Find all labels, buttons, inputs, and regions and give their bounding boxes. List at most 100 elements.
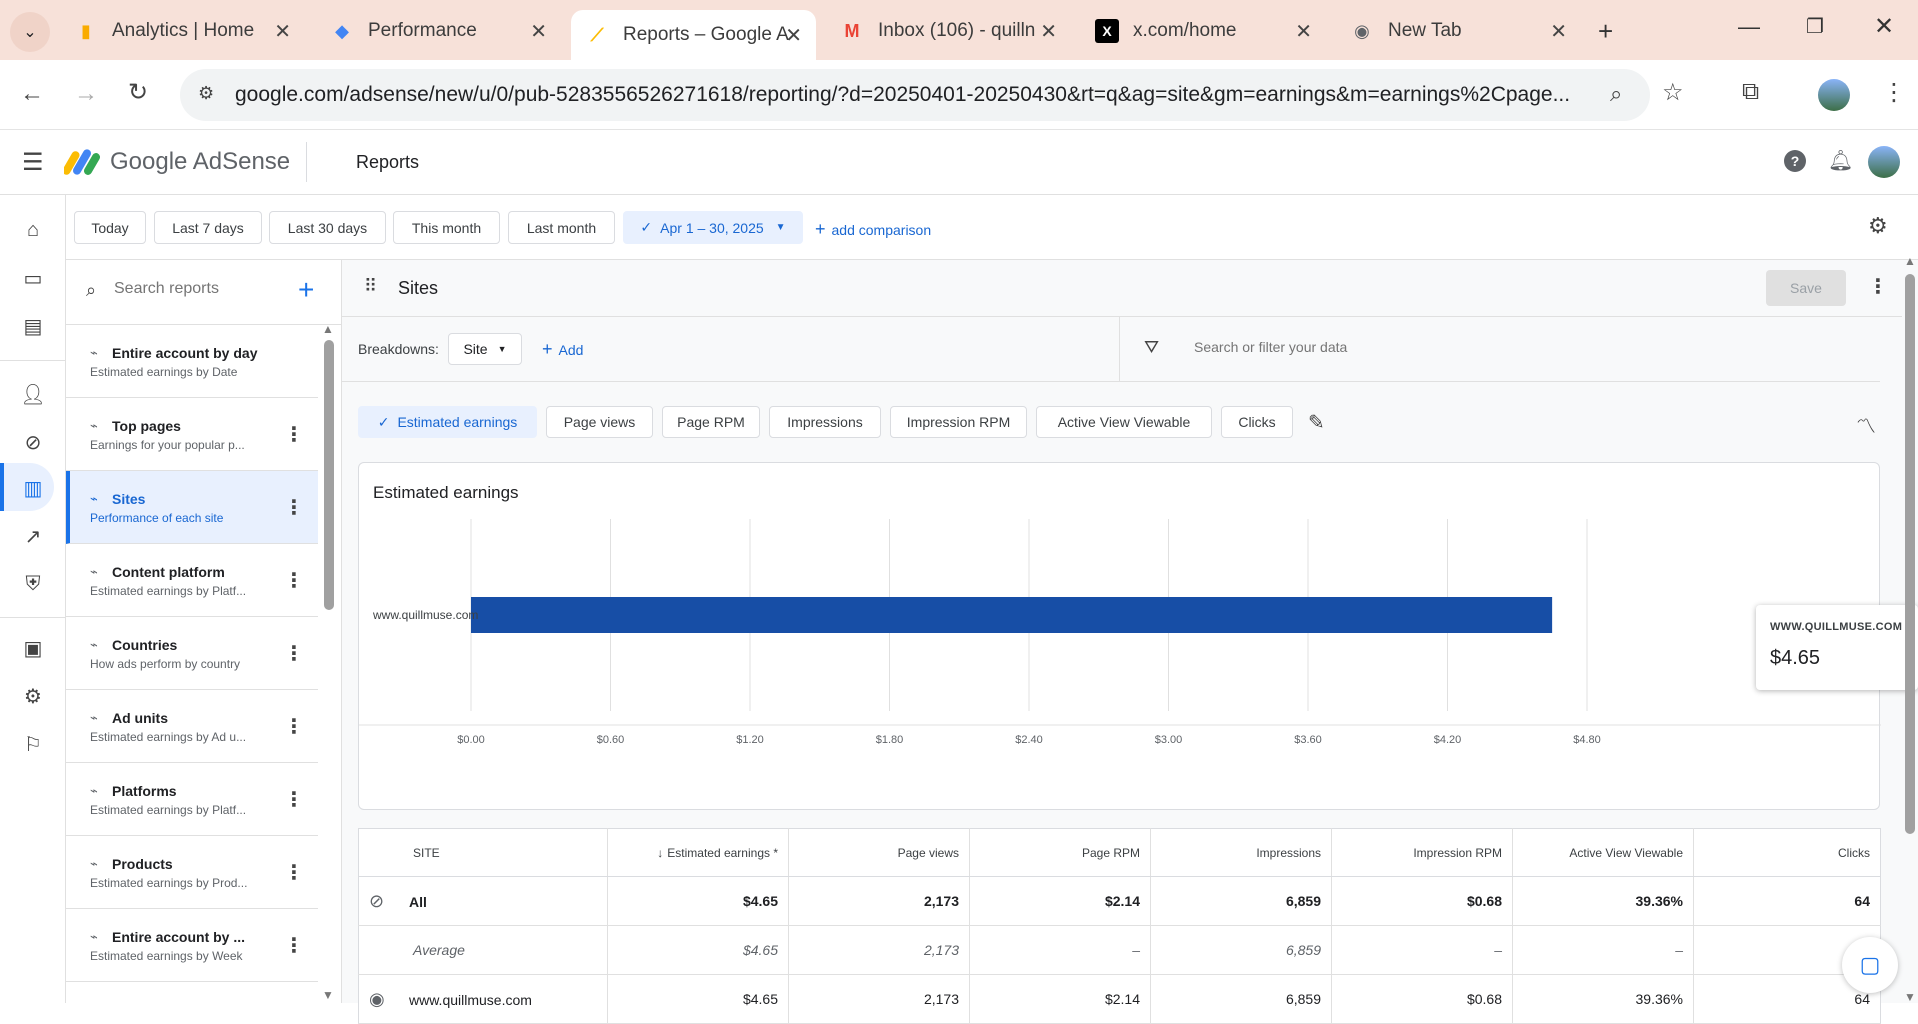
column-header-page-views[interactable]: Page views: [788, 828, 970, 877]
more-options-icon[interactable]: ⋮: [284, 714, 304, 739]
privacy-messaging-icon[interactable]: 👤︎: [20, 381, 46, 407]
column-header-impression-rpm[interactable]: Impression RPM: [1331, 828, 1513, 877]
feedback-chat-button[interactable]: ▢: [1842, 937, 1898, 993]
report-item-ad-units[interactable]: ⌁ Ad units Estimated earnings by Ad u...…: [66, 690, 318, 763]
scroll-down-arrow-icon[interactable]: ▼: [322, 988, 334, 1002]
report-item-countries[interactable]: ⌁ Countries How ads perform by country ⋮: [66, 617, 318, 690]
date-range-selector[interactable]: ✓ Apr 1 – 30, 2025 ▼: [623, 211, 803, 244]
column-header-site[interactable]: SITE: [358, 828, 608, 877]
reports-icon[interactable]: ▥: [20, 475, 46, 501]
report-item-top-pages[interactable]: ⌁ Top pages Earnings for your popular p.…: [66, 398, 318, 471]
chart-bar[interactable]: [471, 597, 1553, 633]
column-header-clicks[interactable]: Clicks: [1693, 828, 1881, 877]
more-options-icon[interactable]: ⋮: [284, 641, 304, 666]
extensions-icon[interactable]: ⧉: [1742, 78, 1759, 106]
column-header-estimated-earnings[interactable]: ↓ Estimated earnings *: [607, 828, 789, 877]
metric-chip-impressions[interactable]: Impressions: [769, 406, 881, 438]
new-tab-button[interactable]: +: [1598, 16, 1613, 47]
scrollbar-thumb[interactable]: [1905, 274, 1915, 834]
policy-center-icon[interactable]: ⛨: [20, 571, 46, 597]
browser-menu-icon[interactable]: ⋮: [1882, 78, 1906, 107]
feedback-icon[interactable]: ⚐: [20, 731, 46, 757]
add-report-plus-icon[interactable]: +: [298, 274, 314, 306]
chart-type-toggle-icon[interactable]: 〽: [1856, 410, 1876, 439]
metric-chip-impression-rpm[interactable]: Impression RPM: [890, 406, 1027, 438]
report-item-products[interactable]: ⌁ Products Estimated earnings by Prod...…: [66, 836, 318, 909]
close-icon[interactable]: ✕: [1040, 19, 1057, 44]
reports-scrollbar[interactable]: ▲ ▼: [322, 322, 336, 1003]
tab-search-button[interactable]: ⌄: [10, 12, 50, 52]
payments-icon[interactable]: ▣: [20, 635, 46, 661]
save-button[interactable]: Save: [1766, 270, 1846, 306]
forward-icon[interactable]: →: [74, 80, 98, 108]
more-options-icon[interactable]: ⋮: [284, 422, 304, 447]
add-comparison-link[interactable]: + add comparison: [815, 219, 931, 240]
scrollbar-thumb[interactable]: [324, 340, 334, 610]
breakdown-site-dropdown[interactable]: Site ▼: [448, 333, 522, 365]
close-icon[interactable]: ✕: [785, 23, 802, 48]
report-item-entire-account-by-day[interactable]: ⌁ Entire account by day Estimated earnin…: [66, 325, 318, 398]
visibility-off-icon[interactable]: ⊘: [369, 891, 409, 912]
visibility-icon[interactable]: ◉: [369, 989, 409, 1010]
column-header-active-view-viewable[interactable]: Active View Viewable: [1512, 828, 1694, 877]
back-icon[interactable]: ←: [20, 80, 44, 108]
close-icon[interactable]: ✕: [530, 19, 547, 44]
metric-chip-estimated-earnings[interactable]: ✓ Estimated earnings: [358, 406, 537, 438]
table-row-total[interactable]: ⊘ All $4.65 2,173 $2.14 6,859 $0.68 39.36…: [358, 876, 1881, 926]
more-options-icon[interactable]: ⋮: [1868, 274, 1888, 299]
report-item-sites[interactable]: ⌁ Sites Performance of each site ⋮: [66, 471, 318, 544]
reload-icon[interactable]: ↻: [128, 78, 148, 107]
more-options-icon[interactable]: ⋮: [284, 787, 304, 812]
home-icon[interactable]: ⌂: [20, 217, 46, 243]
restore-button[interactable]: ❐: [1806, 14, 1824, 39]
search-reports-box[interactable]: ⌕ +: [66, 260, 342, 325]
metric-chip-active-view-viewable[interactable]: Active View Viewable: [1036, 406, 1212, 438]
edit-metrics-pencil-icon[interactable]: ✎: [1308, 410, 1325, 435]
tab-analytics[interactable]: ▮ Analytics | Home ✕: [60, 10, 305, 52]
apps-grid-icon[interactable]: ⠿: [364, 276, 377, 297]
close-icon[interactable]: ✕: [1550, 19, 1567, 44]
tab-performance[interactable]: ◆ Performance ✕: [316, 10, 561, 52]
date-preset-last-30-days[interactable]: Last 30 days: [269, 211, 386, 244]
date-preset-today[interactable]: Today: [74, 211, 146, 244]
settings-icon[interactable]: ⚙: [20, 683, 46, 709]
help-icon[interactable]: ?: [1784, 150, 1806, 172]
close-window-button[interactable]: ✕: [1874, 12, 1894, 41]
tab-new-tab[interactable]: ◉ New Tab ✕: [1336, 10, 1581, 52]
blocking-controls-icon[interactable]: ⊘: [20, 429, 46, 455]
metric-chip-page-views[interactable]: Page views: [546, 406, 653, 438]
column-header-page-rpm[interactable]: Page RPM: [969, 828, 1151, 877]
url-text[interactable]: google.com/adsense/new/u/0/pub-528355652…: [235, 83, 1595, 107]
filter-data-input[interactable]: [1194, 339, 1694, 355]
zoom-icon[interactable]: ⌕: [1610, 81, 1622, 107]
notifications-bell-icon[interactable]: 🔔︎: [1828, 148, 1853, 173]
account-avatar[interactable]: [1868, 146, 1900, 178]
scroll-down-arrow-icon[interactable]: ▼: [1904, 990, 1916, 1004]
site-info-icon[interactable]: ⚙: [198, 83, 214, 104]
close-icon[interactable]: ✕: [1295, 19, 1312, 44]
scroll-up-arrow-icon[interactable]: ▲: [322, 322, 334, 336]
main-scrollbar[interactable]: ▲ ▼: [1902, 254, 1918, 1004]
report-item-entire-account-by-week[interactable]: ⌁ Entire account by ... Estimated earnin…: [66, 909, 318, 982]
profile-avatar[interactable]: [1818, 79, 1850, 111]
report-item-platforms[interactable]: ⌁ Platforms Estimated earnings by Platf.…: [66, 763, 318, 836]
ads-icon[interactable]: ▭: [20, 265, 46, 291]
scroll-up-arrow-icon[interactable]: ▲: [1904, 254, 1916, 268]
filter-icon[interactable]: ⛛: [1144, 337, 1159, 358]
column-header-impressions[interactable]: Impressions: [1150, 828, 1332, 877]
tab-x[interactable]: X x.com/home ✕: [1081, 10, 1326, 52]
search-reports-input[interactable]: [114, 280, 284, 298]
metric-chip-page-rpm[interactable]: Page RPM: [662, 406, 760, 438]
more-options-icon[interactable]: ⋮: [284, 933, 304, 958]
date-preset-this-month[interactable]: This month: [393, 211, 500, 244]
bookmark-star-icon[interactable]: ☆: [1662, 78, 1684, 107]
date-preset-last-7-days[interactable]: Last 7 days: [154, 211, 262, 244]
minimize-button[interactable]: —: [1738, 14, 1760, 40]
tab-gmail[interactable]: M Inbox (106) - quilln ✕: [826, 10, 1071, 52]
sites-icon[interactable]: ▤: [20, 313, 46, 339]
more-options-icon[interactable]: ⋮: [284, 568, 304, 593]
address-bar[interactable]: ⚙ google.com/adsense/new/u/0/pub-5283556…: [180, 69, 1650, 121]
more-options-icon[interactable]: ⋮: [284, 495, 304, 520]
optimization-icon[interactable]: ↗: [20, 523, 46, 549]
metric-chip-clicks[interactable]: Clicks: [1221, 406, 1293, 438]
